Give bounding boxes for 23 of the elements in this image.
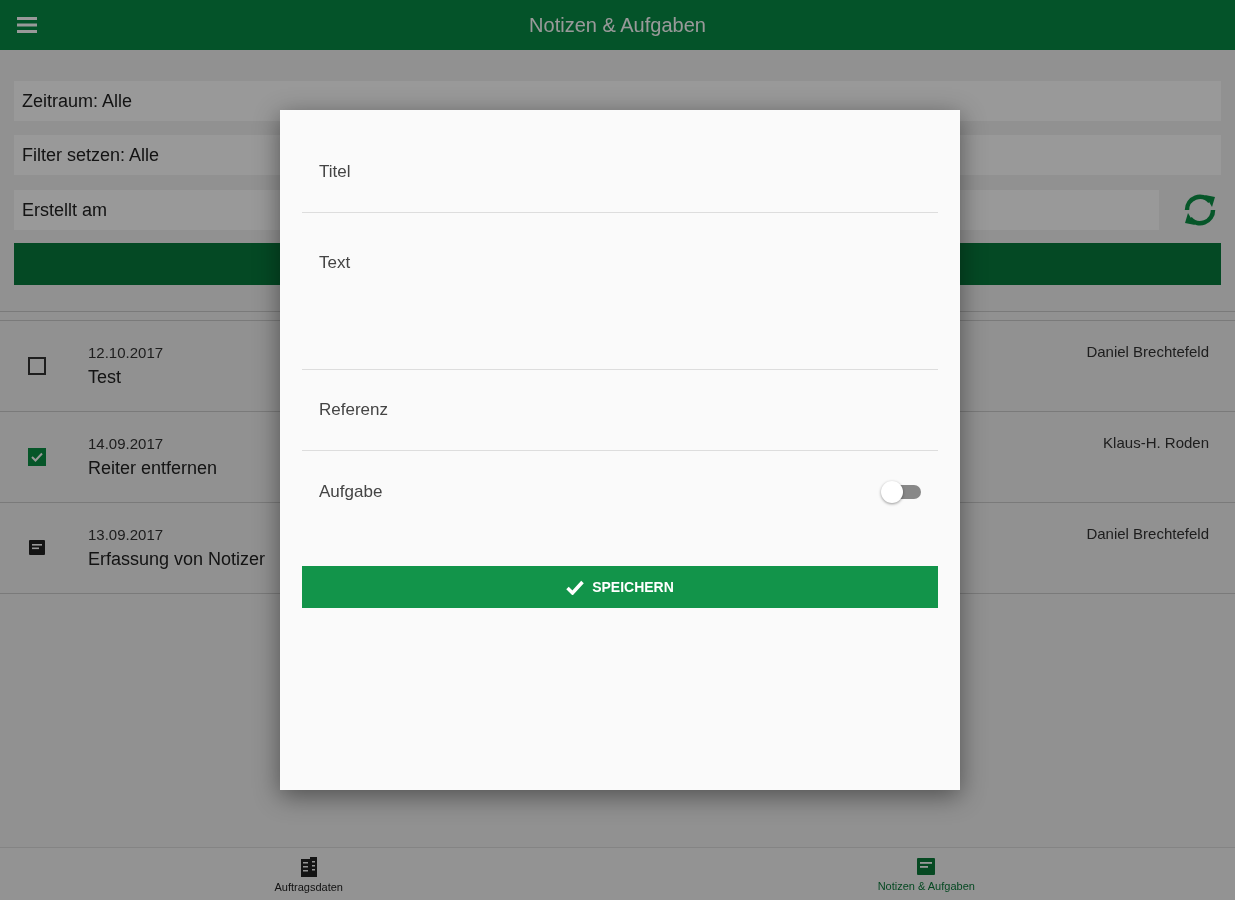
item-title: Erfassung von Notizer [88,549,267,570]
toggle-label: Aufgabe [319,481,383,502]
check-icon [566,579,585,595]
nav-tab[interactable]: Auftragsdaten [0,848,618,900]
text-field[interactable]: Titel [302,132,938,213]
nav-tab[interactable]: Notizen & Aufgaben [617,848,1235,900]
checkbox[interactable] [28,448,46,466]
note-icon [28,539,46,557]
item-author: Daniel Brechtefeld [1086,525,1209,542]
building-icon [298,855,319,878]
item-date: 12.10.2017 [88,344,165,361]
item-date: 13.09.2017 [88,526,165,543]
item-author: Klaus-H. Roden [1103,434,1209,451]
note-icon [916,856,937,877]
checkbox[interactable] [28,357,46,375]
item-author: Daniel Brechtefeld [1086,343,1209,360]
item-title: Reiter entfernen [88,458,219,479]
item-title: Test [88,367,122,388]
text-field[interactable]: Text [302,213,938,370]
page-title: Notizen & Aufgaben [529,13,706,37]
save-button[interactable]: SPEICHERN [302,566,938,608]
text-field[interactable]: Referenz [302,370,938,451]
item-date: 14.09.2017 [88,435,165,452]
